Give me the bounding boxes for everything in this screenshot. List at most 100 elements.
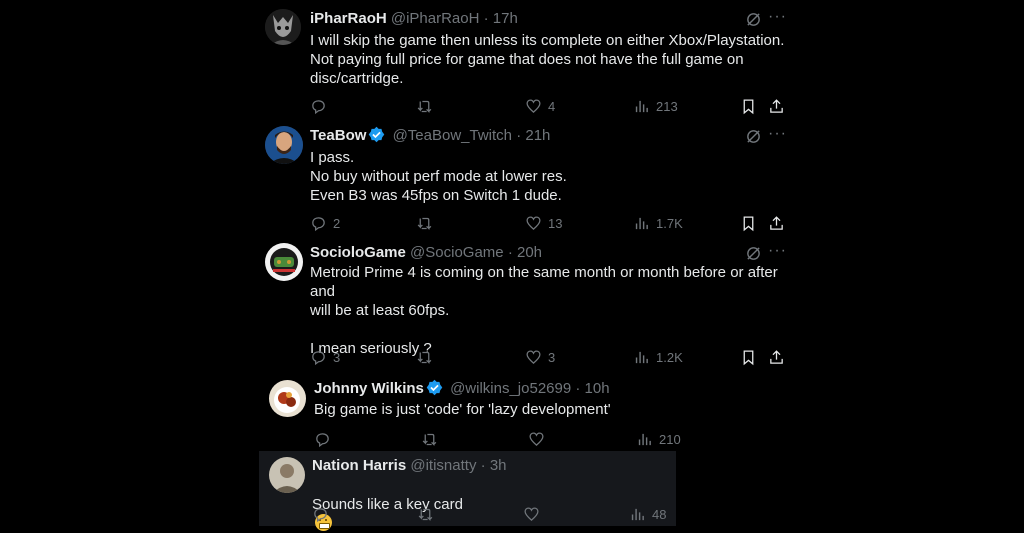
action-bar: 3 3 1.2K xyxy=(310,347,790,367)
retweet-icon xyxy=(422,433,437,446)
timestamp[interactable]: 20h xyxy=(517,244,542,261)
avatar[interactable] xyxy=(265,9,301,45)
bookmark-icon xyxy=(743,215,754,231)
tweet-nation-harris[interactable]: Nation Harris @itisnatty · 3h Sounds lik… xyxy=(259,451,676,531)
reply-count: 2 xyxy=(333,215,341,231)
retweet-icon xyxy=(418,508,433,521)
more-icon[interactable]: ··· xyxy=(768,8,787,26)
retweet-button[interactable] xyxy=(416,96,439,116)
user-handle[interactable]: @wilkins_jo52699 xyxy=(450,380,571,397)
share-button[interactable] xyxy=(768,213,785,233)
reply-button[interactable] xyxy=(314,429,337,449)
views-count: 48 xyxy=(652,506,667,522)
display-name[interactable]: iPharRaoH xyxy=(310,10,387,27)
heart-icon xyxy=(526,215,541,230)
more-icon[interactable]: ··· xyxy=(768,125,787,143)
bookmark-button[interactable] xyxy=(740,96,757,116)
views-button[interactable]: 48 xyxy=(629,504,666,524)
retweet-button[interactable] xyxy=(417,504,440,524)
avatar[interactable] xyxy=(269,380,306,417)
reply-button[interactable]: 2 xyxy=(310,213,340,233)
tweet-teabow[interactable]: TeaBow @TeaBow_Twitch · 21h ··· I pass. … xyxy=(0,120,1024,237)
views-button[interactable]: 213 xyxy=(633,96,678,116)
retweet-button[interactable] xyxy=(416,347,439,367)
reply-button[interactable] xyxy=(312,504,335,524)
bookmark-button[interactable] xyxy=(740,213,757,233)
heart-icon xyxy=(526,349,541,364)
views-button[interactable]: 210 xyxy=(636,429,681,449)
verified-badge-icon xyxy=(369,126,385,143)
views-icon xyxy=(638,433,651,445)
separator-dot: · xyxy=(516,127,522,144)
share-icon xyxy=(770,349,783,364)
user-handle[interactable]: @iPharRaoH xyxy=(391,10,480,27)
heart-icon xyxy=(529,431,544,446)
tweet-text: Metroid Prime 4 is coming on the same mo… xyxy=(310,264,778,357)
avatar[interactable] xyxy=(265,126,303,164)
share-icon xyxy=(770,215,783,230)
action-bar: 48 xyxy=(312,504,672,524)
bookmark-icon xyxy=(743,98,754,114)
heart-icon xyxy=(524,506,539,521)
reply-button[interactable] xyxy=(310,96,333,116)
retweet-icon xyxy=(417,217,432,230)
timestamp[interactable]: 3h xyxy=(490,457,507,474)
like-count: 13 xyxy=(548,215,563,231)
action-bar: 4 213 xyxy=(310,96,790,116)
reply-button[interactable]: 3 xyxy=(310,347,340,367)
tweet-ipharraoh[interactable]: iPharRaoH @iPharRaoH · 17h ··· I will sk… xyxy=(0,0,1024,120)
timestamp[interactable]: 21h xyxy=(525,127,550,144)
views-count: 213 xyxy=(656,98,678,114)
like-button[interactable]: 4 xyxy=(525,96,555,116)
share-button[interactable] xyxy=(768,347,785,367)
retweet-icon xyxy=(417,100,432,113)
display-name[interactable]: SocioloGame xyxy=(310,244,406,261)
more-icon[interactable]: ··· xyxy=(768,242,787,260)
tweet-sociologame[interactable]: SocioloGame @SocioGame · 20h ··· Metroid… xyxy=(0,237,1024,372)
timestamp[interactable]: 17h xyxy=(493,10,518,27)
grok-icon[interactable] xyxy=(745,11,762,28)
user-handle[interactable]: @SocioGame xyxy=(410,244,504,261)
display-name[interactable]: TeaBow xyxy=(310,127,366,144)
user-handle[interactable]: @TeaBow_Twitch xyxy=(393,127,512,144)
views-count: 1.2K xyxy=(656,349,683,365)
like-count: 4 xyxy=(548,98,556,114)
views-button[interactable]: 1.7K xyxy=(633,213,683,233)
reply-icon xyxy=(312,99,325,114)
reply-count: 3 xyxy=(333,349,341,365)
retweet-button[interactable] xyxy=(421,429,444,449)
avatar[interactable] xyxy=(265,243,303,281)
views-count: 210 xyxy=(659,431,681,447)
grok-icon[interactable] xyxy=(745,128,762,145)
share-button[interactable] xyxy=(768,96,785,116)
retweet-button[interactable] xyxy=(416,213,439,233)
retweet-icon xyxy=(417,351,432,364)
heart-icon xyxy=(526,98,541,113)
avatar[interactable] xyxy=(269,457,305,493)
tweet-header: Johnny Wilkins @wilkins_jo52699 · 10h xyxy=(314,379,610,399)
like-button[interactable] xyxy=(528,429,551,449)
user-handle[interactable]: @itisnatty xyxy=(410,457,476,474)
grok-icon[interactable] xyxy=(745,245,762,262)
tweet-text: Big game is just 'code' for 'lazy develo… xyxy=(314,401,611,418)
bookmark-button[interactable] xyxy=(740,347,757,367)
reply-icon xyxy=(312,350,325,365)
like-button[interactable] xyxy=(523,504,546,524)
views-button[interactable]: 1.2K xyxy=(633,347,683,367)
separator-dot: · xyxy=(483,10,489,27)
verified-badge-icon xyxy=(426,379,443,396)
display-name[interactable]: Nation Harris xyxy=(312,457,406,474)
like-button[interactable]: 13 xyxy=(525,213,562,233)
tweet-johnny-wilkins[interactable]: Johnny Wilkins @wilkins_jo52699 · 10h Bi… xyxy=(0,372,1024,451)
like-button[interactable]: 3 xyxy=(525,347,555,367)
timestamp[interactable]: 10h xyxy=(585,380,610,397)
tweet-text: I pass. No buy without perf mode at lowe… xyxy=(310,149,567,204)
reply-icon xyxy=(312,216,325,231)
tweet-header: SocioloGame @SocioGame · 20h xyxy=(310,243,542,263)
views-icon xyxy=(635,100,648,112)
tweet-header: Nation Harris @itisnatty · 3h xyxy=(312,456,507,476)
like-count: 3 xyxy=(548,349,556,365)
reply-icon xyxy=(314,507,327,522)
reply-icon xyxy=(316,432,329,447)
display-name[interactable]: Johnny Wilkins xyxy=(314,380,424,397)
